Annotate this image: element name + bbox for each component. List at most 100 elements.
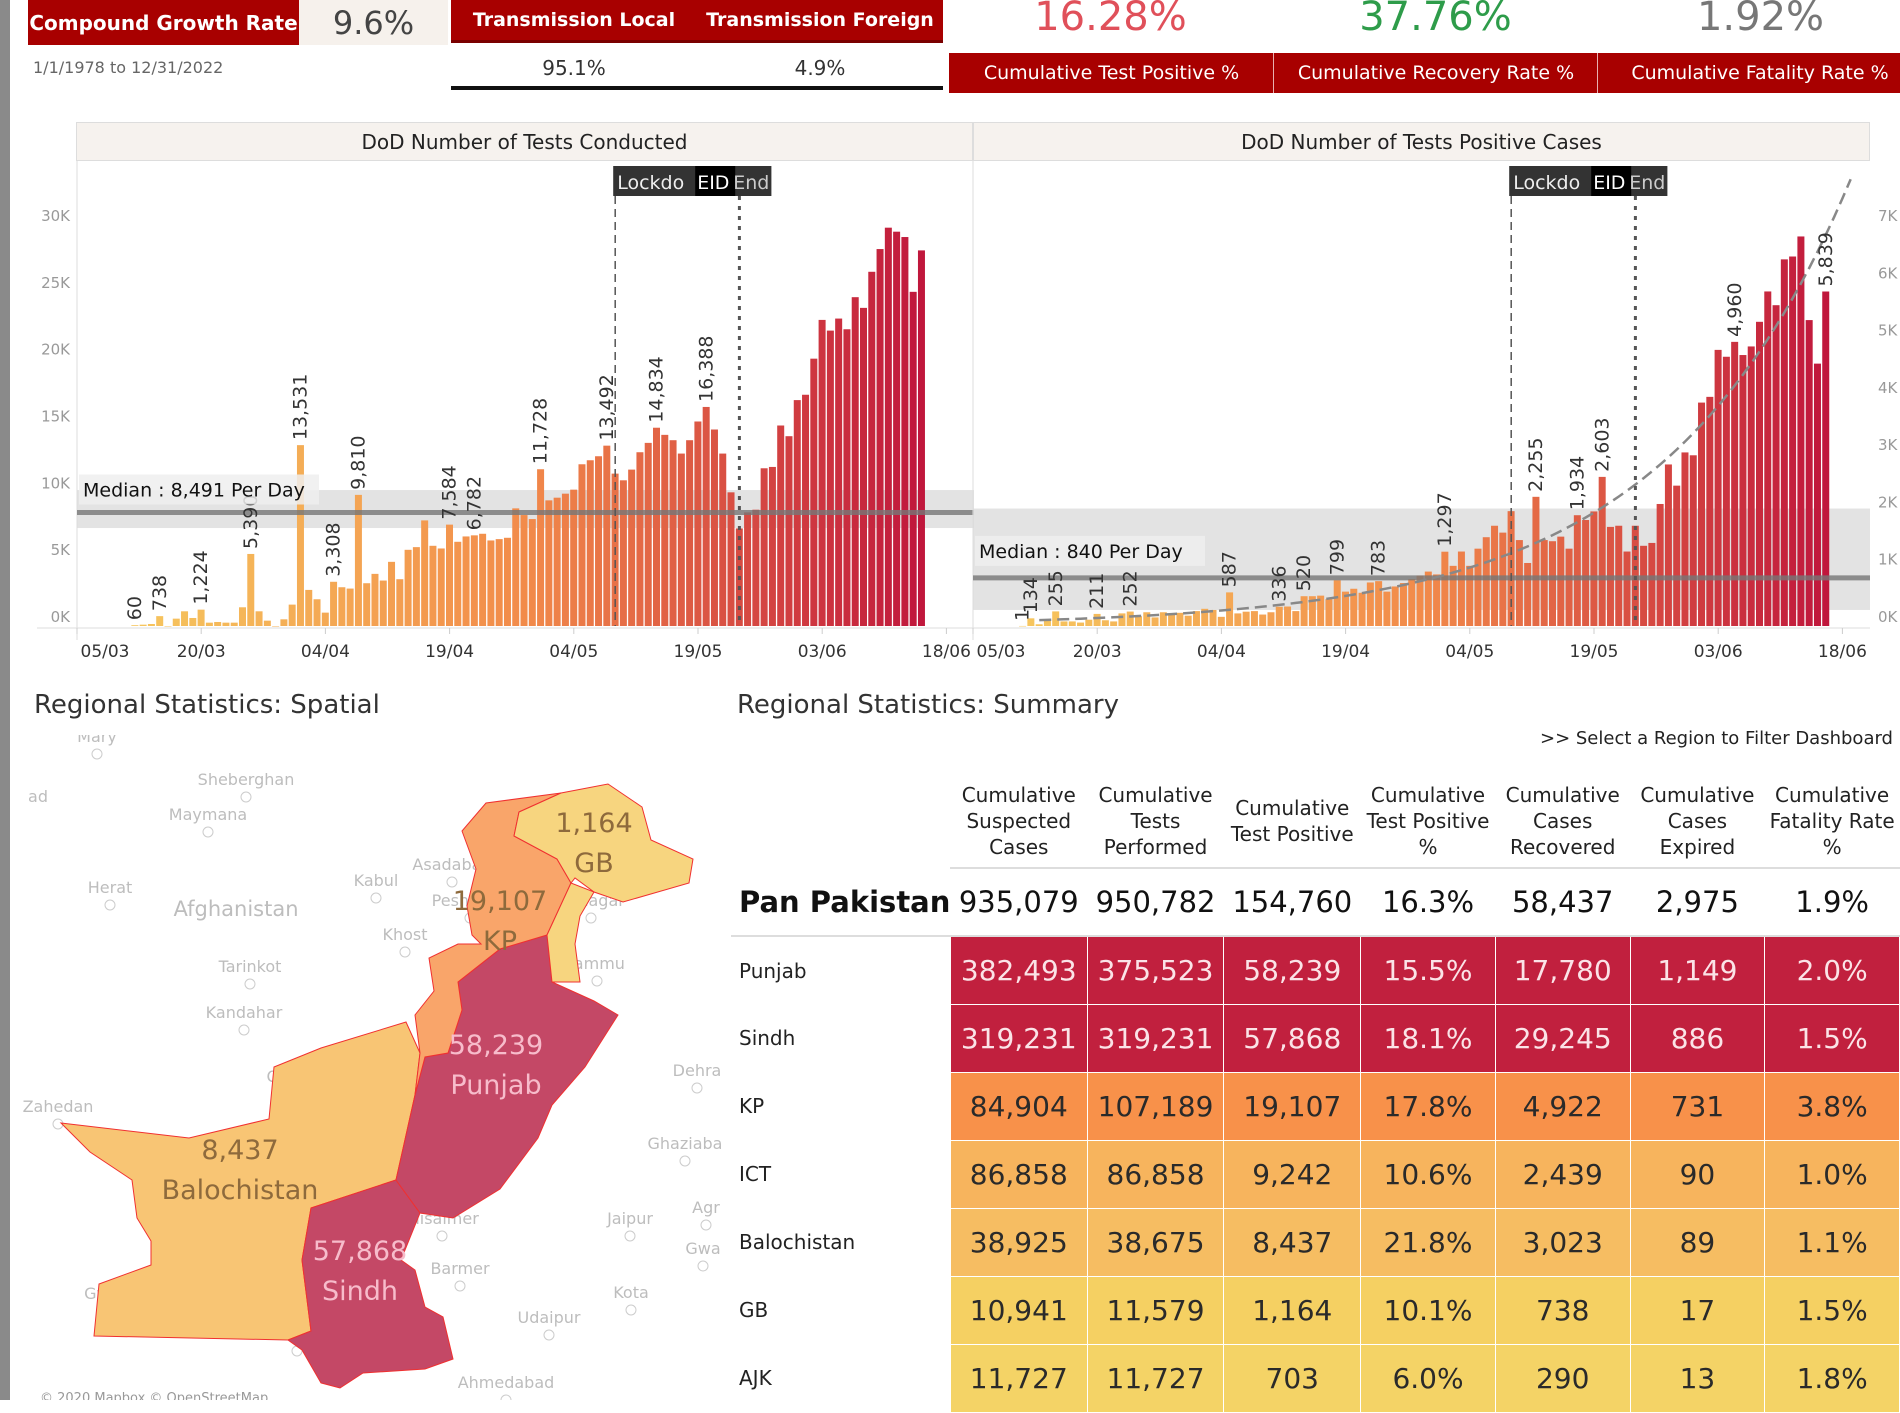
table-row[interactable]: Balochistan 38,925 38,675 8,437 21.8% 3,023 89… xyxy=(731,1207,1900,1277)
table-cell[interactable]: 2,975 xyxy=(1630,868,1765,937)
region-map[interactable]: Mary Sheberghan Maymana ad Herat Afghanistan K… xyxy=(10,735,722,1400)
median-label: Median : 8,491 Per Day xyxy=(83,480,305,502)
table-row[interactable]: AJK 11,727 11,727 703 6.0% 290 13 1.8% xyxy=(731,1343,1900,1413)
table-cell[interactable]: 10.6% xyxy=(1360,1139,1496,1209)
table-cell[interactable]: 1.5% xyxy=(1764,1275,1900,1345)
bar xyxy=(272,626,280,627)
column-header[interactable]: Cumulative Cases Expired xyxy=(1630,775,1765,869)
table-cell[interactable]: 15.5% xyxy=(1360,935,1496,1005)
table-cell[interactable]: 58,239 xyxy=(1223,935,1362,1005)
table-cell[interactable]: 319,231 xyxy=(1086,1003,1225,1073)
bar-data-label: 1,297 xyxy=(1434,492,1456,546)
table-cell[interactable]: 90 xyxy=(1629,1139,1766,1209)
table-cell[interactable]: 319,231 xyxy=(949,1003,1088,1073)
table-cell[interactable]: 1.8% xyxy=(1764,1343,1900,1413)
region-name[interactable]: Sindh xyxy=(731,1004,951,1072)
table-cell[interactable]: 84,904 xyxy=(949,1071,1088,1141)
table-cell[interactable]: 18.1% xyxy=(1360,1003,1496,1073)
table-cell[interactable]: 16.3% xyxy=(1360,868,1496,937)
table-cell[interactable]: 10.1% xyxy=(1360,1275,1496,1345)
table-cell[interactable]: 4,922 xyxy=(1494,1071,1631,1141)
bar xyxy=(470,535,478,626)
table-cell[interactable]: 86,858 xyxy=(949,1139,1088,1209)
table-cell[interactable]: 935,079 xyxy=(950,868,1088,937)
table-cell[interactable]: 6.0% xyxy=(1360,1343,1496,1413)
table-cell[interactable]: 58,437 xyxy=(1495,868,1631,937)
bar xyxy=(686,440,694,626)
column-header[interactable]: Cumulative Cases Recovered xyxy=(1495,775,1631,869)
table-cell[interactable]: 382,493 xyxy=(949,935,1088,1005)
bar xyxy=(1532,496,1540,626)
city-label: Maymana xyxy=(169,805,247,824)
region-name[interactable]: KP xyxy=(731,1072,951,1140)
table-cell[interactable]: 21.8% xyxy=(1360,1207,1496,1277)
table-cell[interactable]: 89 xyxy=(1629,1207,1766,1277)
table-cell[interactable]: 154,760 xyxy=(1223,868,1361,937)
table-cell[interactable]: 3,023 xyxy=(1494,1207,1631,1277)
region-name[interactable]: GB xyxy=(731,1276,951,1344)
bar xyxy=(677,453,685,626)
bar xyxy=(810,358,818,626)
y-tick-label: 3K xyxy=(1878,436,1899,454)
region-name[interactable]: Punjab xyxy=(731,936,951,1004)
table-cell[interactable]: 886 xyxy=(1629,1003,1766,1073)
bar xyxy=(719,453,727,626)
table-cell[interactable]: 375,523 xyxy=(1086,935,1225,1005)
column-header[interactable]: Cumulative Suspected Cases xyxy=(950,775,1088,869)
city-marker-icon xyxy=(500,1394,512,1400)
table-cell[interactable]: 2.0% xyxy=(1764,935,1900,1005)
table-cell[interactable]: 38,675 xyxy=(1086,1207,1225,1277)
bar xyxy=(1325,599,1333,626)
bar xyxy=(1449,565,1457,626)
column-header[interactable]: Cumulative Test Positive % xyxy=(1360,775,1496,869)
table-cell[interactable]: 11,727 xyxy=(1086,1343,1225,1413)
x-tick-label: 04/04 xyxy=(301,642,350,662)
table-cell[interactable]: 17.8% xyxy=(1360,1071,1496,1141)
column-header[interactable]: Cumulative Test Positive xyxy=(1223,775,1361,869)
table-row-total[interactable]: Pan Pakistan 935,079 950,782 154,760 16.3% 58… xyxy=(731,868,1900,937)
table-cell[interactable]: 703 xyxy=(1223,1343,1362,1413)
bar xyxy=(1391,586,1399,626)
table-cell[interactable]: 738 xyxy=(1494,1275,1631,1345)
table-cell[interactable]: 10,941 xyxy=(949,1275,1088,1345)
bar xyxy=(462,536,470,626)
city-label: Agr xyxy=(692,1198,720,1217)
region-name[interactable]: ICT xyxy=(731,1140,951,1208)
table-cell[interactable]: 1,149 xyxy=(1629,935,1766,1005)
table-cell[interactable]: 290 xyxy=(1494,1343,1631,1413)
table-cell[interactable]: 38,925 xyxy=(949,1207,1088,1277)
column-header[interactable]: Cumulative Tests Performed xyxy=(1087,775,1224,869)
table-cell[interactable]: 19,107 xyxy=(1223,1071,1362,1141)
table-cell[interactable]: 731 xyxy=(1629,1071,1766,1141)
map-attribution[interactable]: © 2020 Mapbox © OpenStreetMap xyxy=(40,1391,268,1400)
table-cell[interactable]: 1,164 xyxy=(1223,1275,1362,1345)
table-cell[interactable]: 11,727 xyxy=(949,1343,1088,1413)
table-cell[interactable]: 107,189 xyxy=(1086,1071,1225,1141)
table-cell[interactable]: 1.0% xyxy=(1764,1139,1900,1209)
table-row[interactable]: ICT 86,858 86,858 9,242 10.6% 2,439 90 1.0% xyxy=(731,1139,1900,1209)
table-cell[interactable]: 950,782 xyxy=(1087,868,1224,937)
table-row[interactable]: KP 84,904 107,189 19,107 17.8% 4,922 731 3.8% xyxy=(731,1071,1900,1141)
table-cell[interactable]: 1.5% xyxy=(1764,1003,1900,1073)
table-row[interactable]: Punjab 382,493 375,523 58,239 15.5% 17,780 1,1… xyxy=(731,935,1900,1005)
region-name[interactable]: Balochistan xyxy=(731,1208,951,1276)
table-cell[interactable]: 2,439 xyxy=(1494,1139,1631,1209)
table-cell[interactable]: 11,579 xyxy=(1086,1275,1225,1345)
column-header[interactable]: Cumulative Fatality Rate % xyxy=(1764,775,1900,869)
table-cell[interactable]: 29,245 xyxy=(1494,1003,1631,1073)
region-name[interactable]: AJK xyxy=(731,1344,951,1412)
table-cell[interactable]: 86,858 xyxy=(1086,1139,1225,1209)
table-cell[interactable]: 1.1% xyxy=(1764,1207,1900,1277)
table-cell[interactable]: 17,780 xyxy=(1494,935,1631,1005)
table-cell[interactable]: 9,242 xyxy=(1223,1139,1362,1209)
table-row[interactable]: Sindh 319,231 319,231 57,868 18.1% 29,245 886 1… xyxy=(731,1003,1900,1073)
table-cell[interactable]: 3.8% xyxy=(1764,1071,1900,1141)
y-tick-label: 5K xyxy=(1878,322,1899,340)
table-cell[interactable]: 57,868 xyxy=(1223,1003,1362,1073)
table-cell[interactable]: 17 xyxy=(1629,1275,1766,1345)
table-cell[interactable]: 8,437 xyxy=(1223,1207,1362,1277)
table-cell[interactable]: 1.9% xyxy=(1764,868,1900,937)
region-name[interactable]: Pan Pakistan xyxy=(731,868,951,937)
table-cell[interactable]: 13 xyxy=(1629,1343,1766,1413)
table-row[interactable]: GB 10,941 11,579 1,164 10.1% 738 17 1.5% xyxy=(731,1275,1900,1345)
